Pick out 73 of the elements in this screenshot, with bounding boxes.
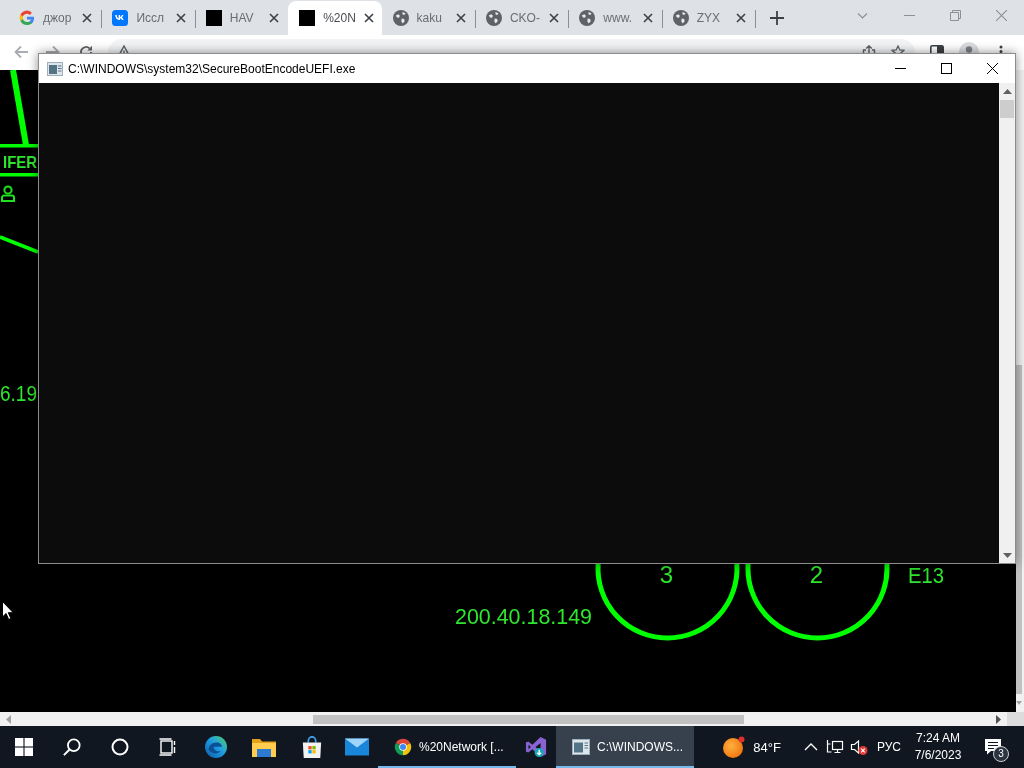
- share-icon[interactable]: [862, 45, 876, 53]
- arrow-up-icon[interactable]: [1002, 89, 1012, 94]
- browser-tab[interactable]: Иссл: [101, 1, 195, 35]
- close-icon[interactable]: [269, 13, 280, 23]
- scrollbar-thumb[interactable]: [1016, 365, 1022, 694]
- console-window-icon: [572, 738, 590, 756]
- folder-icon: [252, 736, 276, 758]
- close-icon[interactable]: [175, 13, 186, 23]
- envelope-icon: [345, 736, 369, 758]
- language-indicator[interactable]: РУС: [876, 740, 901, 754]
- close-icon[interactable]: [82, 13, 93, 23]
- close-icon[interactable]: [986, 63, 998, 74]
- node-label: IFER: [3, 153, 42, 172]
- square-icon: [205, 10, 222, 26]
- maximize-icon[interactable]: [940, 63, 952, 74]
- arrow-right-icon[interactable]: [996, 714, 1001, 724]
- chrome-icon: [394, 738, 412, 756]
- horizontal-scrollbar[interactable]: [0, 712, 1007, 726]
- clock[interactable]: 7:24 AM 7/6/2023: [910, 726, 966, 768]
- plus-icon[interactable]: [770, 11, 785, 25]
- browser-tab[interactable]: www.: [568, 1, 662, 35]
- star-icon[interactable]: [891, 45, 905, 53]
- browser-tab[interactable]: HAV: [194, 1, 289, 35]
- person-icon: [1, 185, 15, 202]
- vertical-scrollbar[interactable]: [1016, 70, 1024, 712]
- close-icon[interactable]: [642, 13, 653, 23]
- site-logo-icon: [112, 10, 129, 26]
- taskbar-app-button[interactable]: C:\WINDOWS...: [556, 726, 694, 768]
- notification-count-badge: 3: [993, 746, 1009, 762]
- browser-tab[interactable]: джор: [8, 1, 102, 35]
- browser-tab[interactable]: %20N: [288, 1, 382, 35]
- weather-button[interactable]: 84°F: [717, 726, 791, 768]
- node-tag-label: E13: [908, 563, 948, 588]
- window-title: C:\WINDOWS\system32\SecureBootEncodeUEFI.exe: [68, 61, 356, 76]
- browser-tab[interactable]: ZYX: [661, 1, 756, 35]
- arrow-right-icon[interactable]: [46, 45, 60, 53]
- reload-icon[interactable]: [79, 45, 93, 53]
- app-logo-icon: [524, 736, 548, 758]
- square-icon: [299, 10, 316, 26]
- warning-icon[interactable]: [117, 45, 131, 53]
- globe-icon: [392, 10, 409, 26]
- network-icon[interactable]: [825, 738, 844, 756]
- console-window-icon: [47, 61, 63, 76]
- globe-icon: [485, 10, 502, 26]
- windows-logo-icon: [15, 738, 33, 756]
- close-icon[interactable]: [549, 13, 560, 23]
- sun-icon: [723, 736, 746, 758]
- search-icon: [63, 738, 81, 756]
- node-number: 2: [809, 561, 824, 588]
- browser-tab[interactable]: kaku: [381, 1, 475, 35]
- link-line: [0, 235, 39, 254]
- close-icon[interactable]: [455, 13, 466, 23]
- side-panel-icon[interactable]: [930, 45, 944, 53]
- scrollbar-corner: [1007, 712, 1024, 726]
- speaker-icon[interactable]: [849, 738, 868, 756]
- task-view-icon: [159, 738, 177, 756]
- site-logo-icon: [19, 10, 35, 26]
- taskbar-app-button[interactable]: %20Network [...: [378, 726, 516, 768]
- address-label: 6.19: [0, 381, 43, 406]
- browser-tab[interactable]: CKO-: [474, 1, 569, 35]
- arrow-down-icon[interactable]: [1002, 553, 1012, 558]
- globe-icon: [672, 10, 689, 26]
- node-number: 3: [659, 561, 674, 588]
- shopping-bag-icon: [300, 736, 324, 758]
- globe-icon: [579, 10, 596, 26]
- scrollbar-thumb[interactable]: [313, 714, 744, 724]
- address-label: 200.40.18.149: [455, 604, 596, 629]
- scrollbar-thumb[interactable]: [1000, 100, 1014, 118]
- vertical-scrollbar[interactable]: [999, 83, 1015, 563]
- ring-icon: [111, 738, 129, 756]
- close-icon[interactable]: [363, 13, 374, 23]
- edge-icon: [204, 736, 228, 758]
- close-icon[interactable]: [736, 13, 747, 23]
